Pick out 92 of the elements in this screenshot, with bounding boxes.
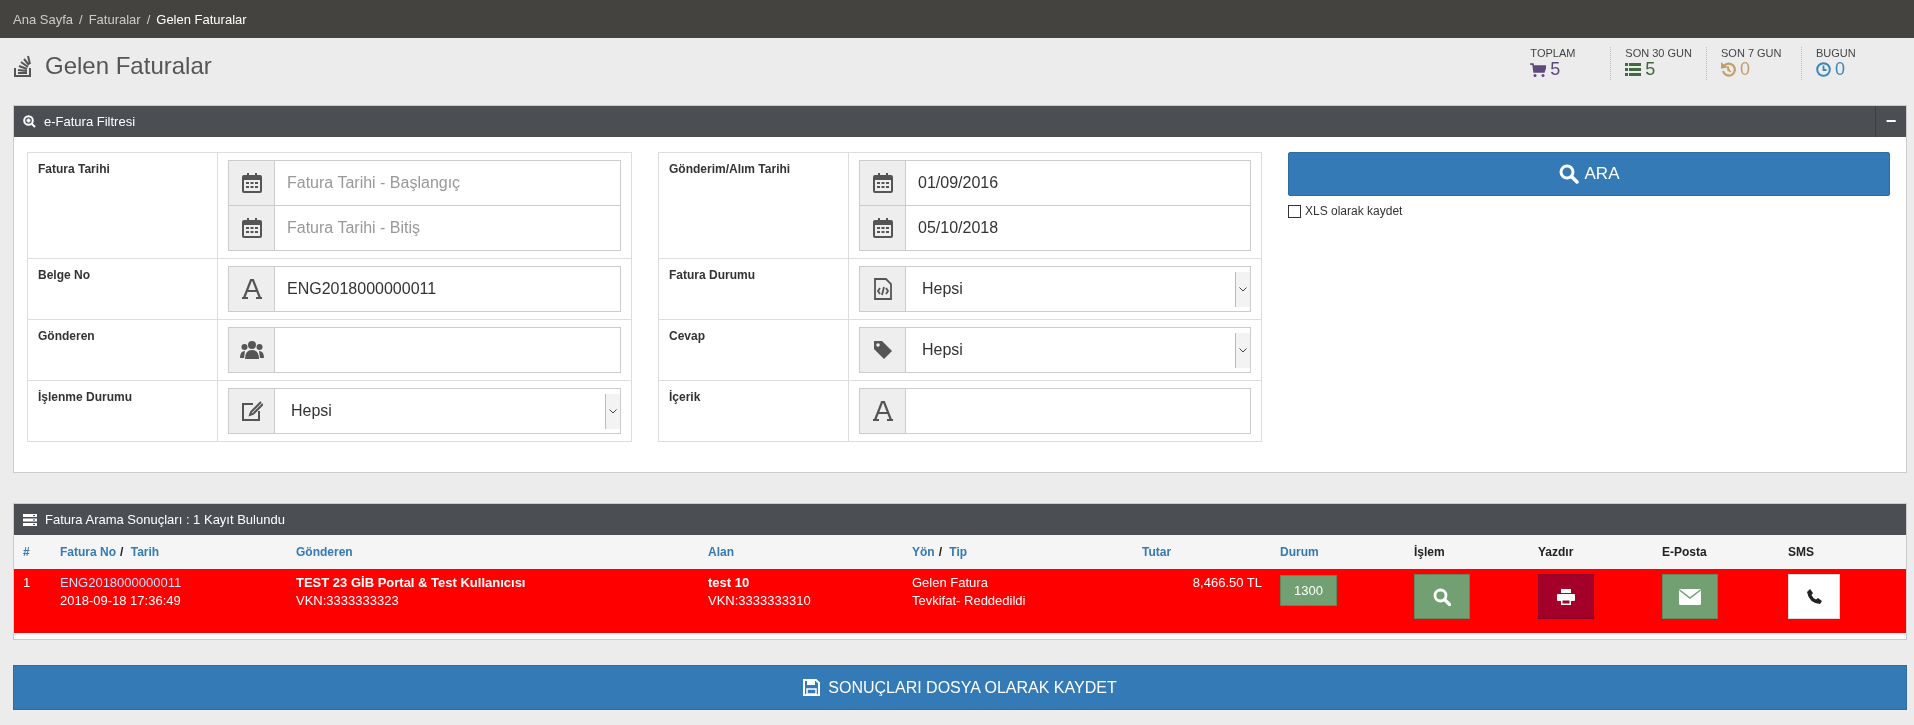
field-label: Gönderen bbox=[38, 329, 95, 343]
search-icon bbox=[1558, 164, 1579, 184]
view-button[interactable] bbox=[1414, 574, 1470, 619]
print-button[interactable] bbox=[1538, 574, 1594, 619]
printer-icon bbox=[1557, 588, 1575, 605]
list-icon bbox=[1625, 63, 1642, 76]
field-label: Cevap bbox=[669, 329, 706, 343]
field-label: Gönderim/Alım Tarihi bbox=[669, 162, 791, 176]
checkbox[interactable] bbox=[1288, 204, 1301, 218]
date-field[interactable]: Fatura Tarihi - Başlangıç bbox=[228, 160, 621, 206]
cart-icon bbox=[1530, 62, 1547, 77]
checkbox-label[interactable]: XLS olarak kaydet bbox=[1305, 204, 1403, 218]
input-field[interactable] bbox=[228, 327, 621, 373]
column-header: İşlem bbox=[1414, 545, 1445, 559]
column-header[interactable]: Gönderen bbox=[296, 545, 353, 559]
column-header: SMS bbox=[1788, 545, 1814, 559]
sms-button[interactable] bbox=[1788, 574, 1840, 619]
column-header: Yazdır bbox=[1538, 545, 1574, 559]
field-label: İşlenme Durumu bbox=[38, 390, 133, 404]
save-icon bbox=[803, 679, 821, 696]
column-header[interactable]: Yön bbox=[912, 545, 935, 559]
calendar-icon bbox=[872, 173, 893, 193]
header-separator: / bbox=[120, 545, 124, 559]
status-badge: 1300 bbox=[1280, 575, 1337, 606]
stat-label: SON 30 GUN bbox=[1625, 47, 1692, 59]
field-label: Belge No bbox=[38, 268, 90, 282]
code-file-icon bbox=[873, 278, 892, 300]
search-button[interactable]: ARA bbox=[1288, 152, 1890, 196]
date-field[interactable]: Fatura Tarihi - Bitiş bbox=[228, 205, 621, 251]
date-field[interactable]: 01/09/2016 bbox=[859, 160, 1251, 206]
clock-icon bbox=[1816, 62, 1831, 77]
stat-label: SON 7 GUN bbox=[1721, 47, 1783, 59]
panel-title: e-Fatura Filtresi bbox=[44, 114, 136, 129]
column-header[interactable]: Alan bbox=[708, 545, 734, 559]
stat-value: 0 bbox=[1740, 59, 1750, 80]
caret-icon bbox=[1239, 347, 1247, 353]
tag-icon bbox=[872, 340, 893, 360]
column-header[interactable]: Tutar bbox=[1142, 545, 1172, 559]
users-icon bbox=[239, 340, 264, 360]
stat-value: 5 bbox=[1550, 59, 1561, 80]
table-cell-text: VKN:3333333323 bbox=[296, 593, 400, 608]
header-separator: / bbox=[938, 545, 942, 559]
panel-title: Fatura Arama Sonuçları : 1 Kayıt Bulundu bbox=[45, 512, 285, 527]
save-results-button[interactable]: SONUÇLARI DOSYA OLARAK KAYDET bbox=[13, 665, 1907, 710]
column-header[interactable]: Durum bbox=[1280, 545, 1319, 559]
date-field[interactable]: 05/10/2018 bbox=[859, 205, 1251, 251]
letter-a-icon bbox=[872, 401, 893, 421]
letter-a-icon bbox=[241, 279, 262, 299]
column-header[interactable]: Tarih bbox=[130, 545, 160, 559]
table-cell-text: Tevkifat- Reddedildi bbox=[912, 593, 1027, 608]
input-field[interactable] bbox=[859, 388, 1251, 434]
envelope-icon bbox=[1679, 588, 1701, 605]
phone-icon bbox=[1806, 589, 1822, 604]
receiver-name: test 10 bbox=[708, 575, 751, 590]
calendar-icon bbox=[241, 173, 262, 193]
breadcrumb-separator: / bbox=[146, 11, 151, 27]
zoom-in-icon bbox=[23, 115, 36, 128]
sender-name: TEST 23 GİB Portal & Test Kullanıcısı bbox=[296, 575, 527, 590]
field-label: İçerik bbox=[669, 390, 701, 404]
table-cell-text: 2018-09-18 17:36:49 bbox=[60, 593, 182, 608]
table-cell: 8,466.50 TL bbox=[1192, 575, 1262, 590]
table-cell: 1 bbox=[23, 575, 31, 590]
caret-icon bbox=[1239, 286, 1247, 292]
calendar-icon bbox=[241, 218, 262, 238]
column-header[interactable]: Tip bbox=[949, 545, 968, 559]
server-icon bbox=[23, 513, 37, 526]
select-field[interactable]: Hepsi bbox=[859, 327, 1251, 373]
stack-icon bbox=[13, 54, 33, 78]
column-header: E-Posta bbox=[1662, 545, 1707, 559]
stat-value: 5 bbox=[1645, 59, 1656, 80]
stat-label: BUGUN bbox=[1816, 47, 1857, 59]
column-header[interactable]: # bbox=[23, 545, 30, 559]
select-field[interactable]: Hepsi bbox=[859, 266, 1251, 312]
breadcrumb-link[interactable]: Ana Sayfa bbox=[13, 11, 73, 27]
edit-icon bbox=[240, 401, 263, 421]
stat-label: TOPLAM bbox=[1530, 47, 1577, 59]
field-label: Fatura Durumu bbox=[669, 268, 755, 282]
input-field[interactable]: ENG2018000000011 bbox=[228, 266, 621, 312]
page-title: Gelen Faturalar bbox=[45, 52, 212, 80]
breadcrumb-separator: / bbox=[79, 11, 83, 27]
column-header[interactable]: Fatura No bbox=[60, 545, 116, 559]
email-button[interactable] bbox=[1662, 574, 1718, 619]
history-icon bbox=[1721, 62, 1736, 77]
table-cell-text: VKN:3333333310 bbox=[708, 593, 812, 608]
stat-value: 0 bbox=[1835, 59, 1845, 80]
table-cell-text: Gelen Fatura bbox=[912, 575, 989, 590]
field-label: Fatura Tarihi bbox=[38, 162, 110, 176]
breadcrumb-link[interactable]: Faturalar bbox=[88, 11, 141, 27]
calendar-icon bbox=[872, 218, 893, 238]
select-field[interactable]: Hepsi bbox=[228, 388, 621, 434]
search-icon bbox=[1433, 587, 1451, 606]
caret-icon bbox=[609, 408, 617, 414]
